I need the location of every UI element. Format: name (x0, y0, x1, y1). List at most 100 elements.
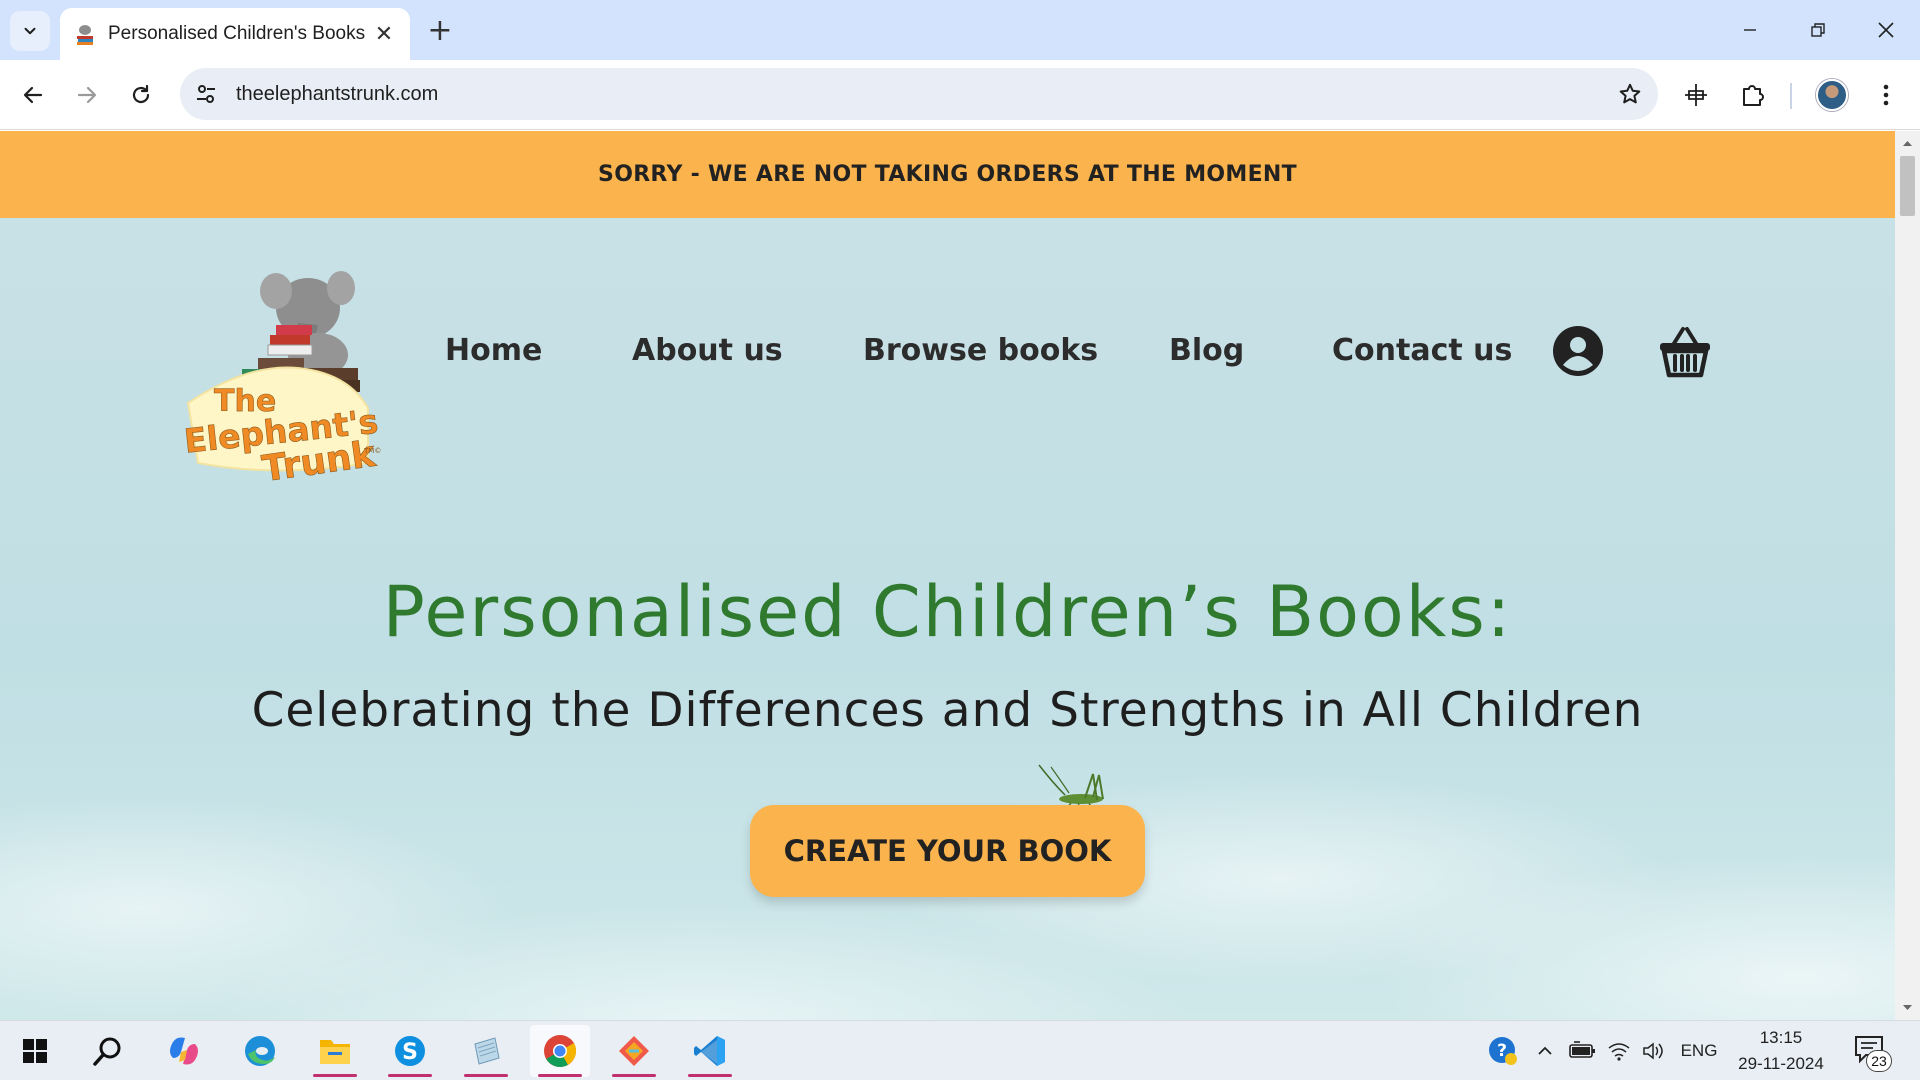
hero-subtitle: Celebrating the Differences and Strength… (251, 683, 1644, 738)
taskbar-clock[interactable]: 13:15 29-11-2024 (1726, 1025, 1836, 1077)
network-tray-button[interactable] (1604, 1036, 1634, 1066)
cart-button[interactable] (1657, 323, 1713, 379)
chrome-button[interactable] (530, 1025, 590, 1077)
more-vertical-icon (1883, 84, 1889, 106)
toolbar-separator (1790, 83, 1792, 109)
close-icon (1878, 22, 1894, 38)
extensions-button[interactable] (1730, 73, 1774, 117)
chevron-up-icon (1538, 1046, 1552, 1055)
browser-tab-active[interactable]: Personalised Children's Books | ✕ (60, 8, 410, 60)
reload-button[interactable] (119, 73, 163, 117)
browser-menu-button[interactable] (1864, 73, 1908, 117)
minimize-icon (1744, 29, 1756, 31)
chrome-icon (544, 1035, 577, 1068)
search-icon (93, 1037, 121, 1066)
bookmark-button[interactable] (1608, 72, 1652, 116)
site-logo[interactable]: The Elephant's Trunk TM© (178, 263, 398, 483)
chevron-down-icon (24, 27, 36, 35)
scroll-up-icon[interactable] (1901, 137, 1914, 150)
tune-icon (197, 85, 215, 103)
avatar (1816, 79, 1848, 111)
search-button[interactable] (78, 1025, 138, 1077)
vscode-icon (694, 1036, 725, 1066)
tab-search-button[interactable] (10, 11, 50, 51)
file-explorer-icon (320, 1040, 350, 1064)
arrow-right-icon (77, 86, 97, 104)
page-scrollbar[interactable] (1895, 131, 1920, 1020)
restore-icon (1811, 23, 1825, 37)
banner-text: SORRY - WE ARE NOT TAKING ORDERS AT THE … (598, 162, 1297, 187)
hero-section: The Elephant's Trunk TM© Home About us B… (0, 218, 1895, 1020)
notification-count-badge: 23 (1866, 1050, 1892, 1072)
notepad-button[interactable] (456, 1025, 516, 1077)
address-bar[interactable]: theelephantstrunk.com (180, 68, 1658, 120)
nav-about-us[interactable]: About us (632, 333, 783, 368)
wifi-icon (1608, 1043, 1630, 1061)
tab-title: Personalised Children's Books | (108, 23, 370, 44)
battery-icon (1569, 1041, 1595, 1058)
running-indicator (388, 1074, 432, 1077)
close-window-button[interactable] (1852, 0, 1920, 60)
url-text: theelephantstrunk.com (236, 82, 439, 105)
window-controls (1716, 0, 1920, 60)
vscode-button[interactable] (680, 1025, 740, 1077)
skype-button[interactable]: S (380, 1025, 440, 1077)
running-indicator (688, 1074, 732, 1077)
scroll-down-icon[interactable] (1901, 1001, 1914, 1014)
scrollbar-thumb[interactable] (1900, 156, 1915, 216)
hero-title: Personalised Children’s Books: (382, 571, 1513, 653)
move-tool-button[interactable] (1674, 73, 1718, 117)
notepad-icon (474, 1037, 500, 1065)
copilot-icon (170, 1037, 198, 1065)
file-explorer-button[interactable] (305, 1025, 365, 1077)
browser-toolbar: theelephantstrunk.com (0, 60, 1920, 130)
account-button[interactable] (1552, 325, 1604, 377)
move-icon (1685, 84, 1707, 106)
clock-time: 13:15 (1759, 1028, 1803, 1047)
announcement-banner: SORRY - WE ARE NOT TAKING ORDERS AT THE … (0, 131, 1895, 218)
copilot-button[interactable] (154, 1025, 214, 1077)
puzzle-icon (1743, 85, 1764, 106)
star-icon (1619, 83, 1641, 104)
create-your-book-button[interactable]: CREATE YOUR BOOK (750, 805, 1145, 897)
logo-trademark: TM© (363, 447, 381, 455)
site-info-button[interactable] (186, 74, 226, 114)
clock-date: 29-11-2024 (1738, 1054, 1824, 1073)
nav-home[interactable]: Home (445, 333, 542, 368)
windows-taskbar: S ? ENG 13:15 29-11-2024 23 (0, 1020, 1920, 1080)
windows-start-icon (23, 1039, 47, 1063)
nav-browse-books[interactable]: Browse books (863, 333, 1098, 368)
user-account-icon (1553, 326, 1603, 376)
reload-icon (132, 84, 150, 104)
browser-tab-strip: Personalised Children's Books | ✕ + (0, 0, 1920, 60)
profile-button[interactable] (1810, 73, 1854, 117)
restore-button[interactable] (1784, 0, 1852, 60)
volume-tray-button[interactable] (1638, 1036, 1668, 1066)
skype-icon: S (395, 1036, 425, 1066)
arrow-left-icon (23, 86, 43, 104)
svg-text:S: S (402, 1040, 418, 1065)
gitkraken-button[interactable] (604, 1025, 664, 1077)
back-button[interactable] (11, 73, 55, 117)
show-hidden-icons-button[interactable] (1532, 1036, 1558, 1066)
battery-tray-button[interactable] (1566, 1036, 1598, 1066)
elephant-favicon-icon (77, 25, 93, 45)
running-indicator (313, 1074, 357, 1077)
page-viewport: SORRY - WE ARE NOT TAKING ORDERS AT THE … (0, 131, 1895, 1020)
running-indicator (612, 1074, 656, 1077)
close-tab-icon[interactable]: ✕ (370, 20, 398, 48)
running-indicator (464, 1074, 508, 1077)
shopping-basket-icon (1660, 327, 1710, 378)
help-tray-button[interactable]: ? (1486, 1036, 1520, 1066)
start-button[interactable] (5, 1025, 65, 1077)
nav-blog[interactable]: Blog (1169, 333, 1244, 368)
minimize-button[interactable] (1716, 0, 1784, 60)
new-tab-button[interactable]: + (422, 12, 458, 48)
speaker-icon (1643, 1042, 1663, 1060)
running-indicator (538, 1074, 582, 1077)
language-indicator[interactable]: ENG (1676, 1036, 1722, 1066)
help-icon: ? (1489, 1037, 1517, 1065)
nav-contact-us[interactable]: Contact us (1332, 333, 1512, 368)
edge-button[interactable] (230, 1025, 290, 1077)
forward-button[interactable] (65, 73, 109, 117)
